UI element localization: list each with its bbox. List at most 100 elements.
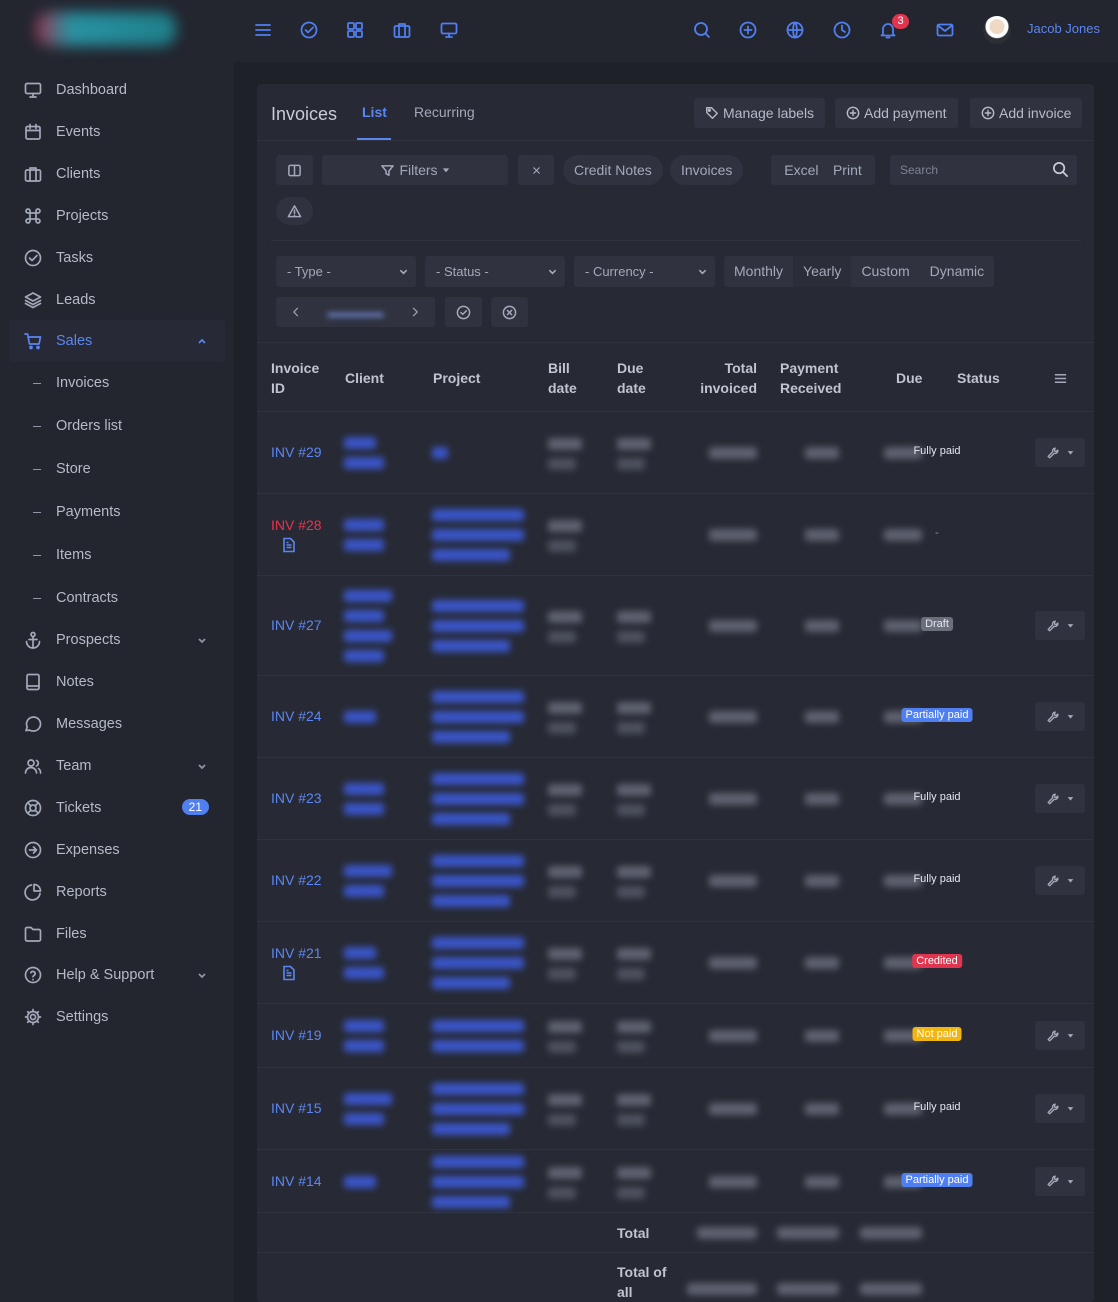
sidebar-subitem-payments[interactable]: Payments [33, 492, 120, 532]
search-input[interactable] [890, 155, 1077, 185]
client-name-blurred[interactable] [344, 630, 392, 642]
sidebar-item-files[interactable]: Files [9, 913, 225, 955]
client-name-blurred[interactable] [344, 610, 384, 622]
row-actions-dropdown[interactable] [1035, 438, 1085, 467]
toggle-columns-button[interactable] [276, 155, 313, 185]
sidebar-item-prospects[interactable]: Prospects [9, 619, 225, 661]
row-actions-dropdown[interactable] [1035, 1021, 1085, 1050]
credit-note-doc-icon[interactable] [282, 965, 296, 981]
project-name-blurred[interactable] [432, 1155, 524, 1168]
project-name-blurred[interactable] [432, 977, 510, 989]
clock-icon[interactable] [832, 20, 854, 42]
client-name-blurred[interactable] [344, 650, 384, 662]
sidebar-item-tickets[interactable]: Tickets 21 [9, 787, 225, 829]
add-invoice-button[interactable]: Add invoice [970, 98, 1083, 128]
client-name-blurred[interactable] [344, 783, 384, 795]
sidebar-item-settings[interactable]: Settings [9, 996, 225, 1038]
print-button[interactable]: Print [833, 162, 862, 178]
header-payment-received[interactable]: Payment Received [780, 358, 841, 398]
sidebar-item-tasks[interactable]: Tasks [9, 237, 225, 279]
project-name-blurred[interactable] [432, 1195, 510, 1208]
project-name-blurred[interactable] [432, 875, 524, 887]
sidebar-item-clients[interactable]: Clients [9, 153, 225, 195]
row-actions-dropdown[interactable] [1035, 784, 1085, 813]
header-status[interactable]: Status [957, 368, 1000, 388]
client-name-blurred[interactable] [344, 865, 392, 877]
tab-recurring[interactable]: Recurring [414, 104, 475, 120]
row-actions-dropdown[interactable] [1035, 1166, 1085, 1196]
invoice-id-link[interactable]: INV #24 [271, 708, 322, 724]
type-select[interactable]: - Type - [276, 256, 416, 287]
project-name-blurred[interactable] [432, 691, 524, 703]
invoice-id-link[interactable]: INV #27 [271, 617, 322, 633]
sidebar-item-leads[interactable]: Leads [9, 279, 225, 321]
invoice-id-link[interactable]: INV #19 [271, 1027, 322, 1043]
row-actions-dropdown[interactable] [1035, 611, 1085, 640]
menu-toggle-icon[interactable] [253, 20, 275, 42]
invoice-id-link[interactable]: INV #22 [271, 872, 322, 888]
project-name-blurred[interactable] [432, 620, 524, 632]
invoice-id-link[interactable]: INV #28 [271, 517, 322, 533]
client-name-blurred[interactable] [344, 803, 384, 815]
client-name-blurred[interactable] [344, 1175, 376, 1188]
excel-button[interactable]: Excel [784, 162, 818, 178]
briefcase-icon[interactable] [392, 20, 414, 42]
project-name-blurred[interactable] [432, 711, 524, 723]
client-name-blurred[interactable] [344, 437, 376, 449]
client-name-blurred[interactable] [344, 711, 376, 723]
header-due-date[interactable]: Due date [617, 358, 646, 398]
column-menu-icon[interactable] [1053, 371, 1068, 386]
client-name-blurred[interactable] [344, 1020, 384, 1032]
sidebar-subitem-orders-list[interactable]: Orders list [33, 406, 122, 446]
client-name-blurred[interactable] [344, 885, 384, 897]
project-name-blurred[interactable] [432, 855, 524, 867]
app-logo[interactable] [36, 12, 176, 46]
header-due[interactable]: Due [896, 368, 922, 388]
period-monthly[interactable]: Monthly [724, 256, 793, 287]
project-name-blurred[interactable] [432, 1040, 524, 1052]
sidebar-subitem-items[interactable]: Items [33, 535, 91, 575]
client-name-blurred[interactable] [344, 947, 376, 959]
mail-icon[interactable] [935, 20, 957, 42]
project-name-blurred[interactable] [432, 447, 448, 459]
sidebar-item-projects[interactable]: Projects [9, 195, 225, 237]
sidebar-subitem-store[interactable]: Store [33, 449, 91, 489]
project-name-blurred[interactable] [432, 957, 524, 969]
credit-notes-filter[interactable]: Credit Notes [563, 155, 663, 185]
invoice-id-link[interactable]: INV #15 [271, 1100, 322, 1116]
todo-check-icon[interactable] [299, 20, 321, 42]
invoice-id-link[interactable]: INV #21 [271, 945, 322, 961]
project-name-blurred[interactable] [432, 1103, 524, 1115]
sidebar-item-messages[interactable]: Messages [9, 703, 225, 745]
chevron-right-icon[interactable] [409, 306, 421, 318]
project-name-blurred[interactable] [432, 640, 510, 652]
header-project[interactable]: Project [433, 368, 480, 388]
reset-period-button[interactable] [491, 297, 528, 327]
monitor-icon[interactable] [439, 20, 461, 42]
project-name-blurred[interactable] [432, 731, 510, 743]
apply-period-button[interactable] [445, 297, 482, 327]
period-custom[interactable]: Custom [851, 256, 919, 287]
manage-labels-button[interactable]: Manage labels [694, 98, 826, 128]
client-name-blurred[interactable] [344, 1040, 384, 1052]
search-icon[interactable] [692, 20, 714, 42]
filters-dropdown[interactable]: Filters [322, 155, 508, 185]
project-name-blurred[interactable] [432, 509, 524, 521]
client-name-blurred[interactable] [344, 967, 384, 979]
project-name-blurred[interactable] [432, 1123, 510, 1135]
project-name-blurred[interactable] [432, 1175, 524, 1188]
client-name-blurred[interactable] [344, 1113, 384, 1125]
project-name-blurred[interactable] [432, 549, 510, 561]
sidebar-item-sales[interactable]: Sales [9, 320, 225, 362]
invoice-id-link[interactable]: INV #29 [271, 444, 322, 460]
invoice-id-link[interactable]: INV #23 [271, 790, 322, 806]
header-invoice-id[interactable]: Invoice ID [271, 358, 319, 398]
currency-select[interactable]: - Currency - [574, 256, 715, 287]
project-name-blurred[interactable] [432, 1083, 524, 1095]
project-name-blurred[interactable] [432, 793, 524, 805]
period-dynamic[interactable]: Dynamic [920, 256, 994, 287]
header-total-invoiced[interactable]: Total invoiced [697, 358, 757, 398]
sidebar-item-events[interactable]: Events [9, 111, 225, 153]
add-payment-button[interactable]: Add payment [835, 98, 958, 128]
project-name-blurred[interactable] [432, 1020, 524, 1032]
